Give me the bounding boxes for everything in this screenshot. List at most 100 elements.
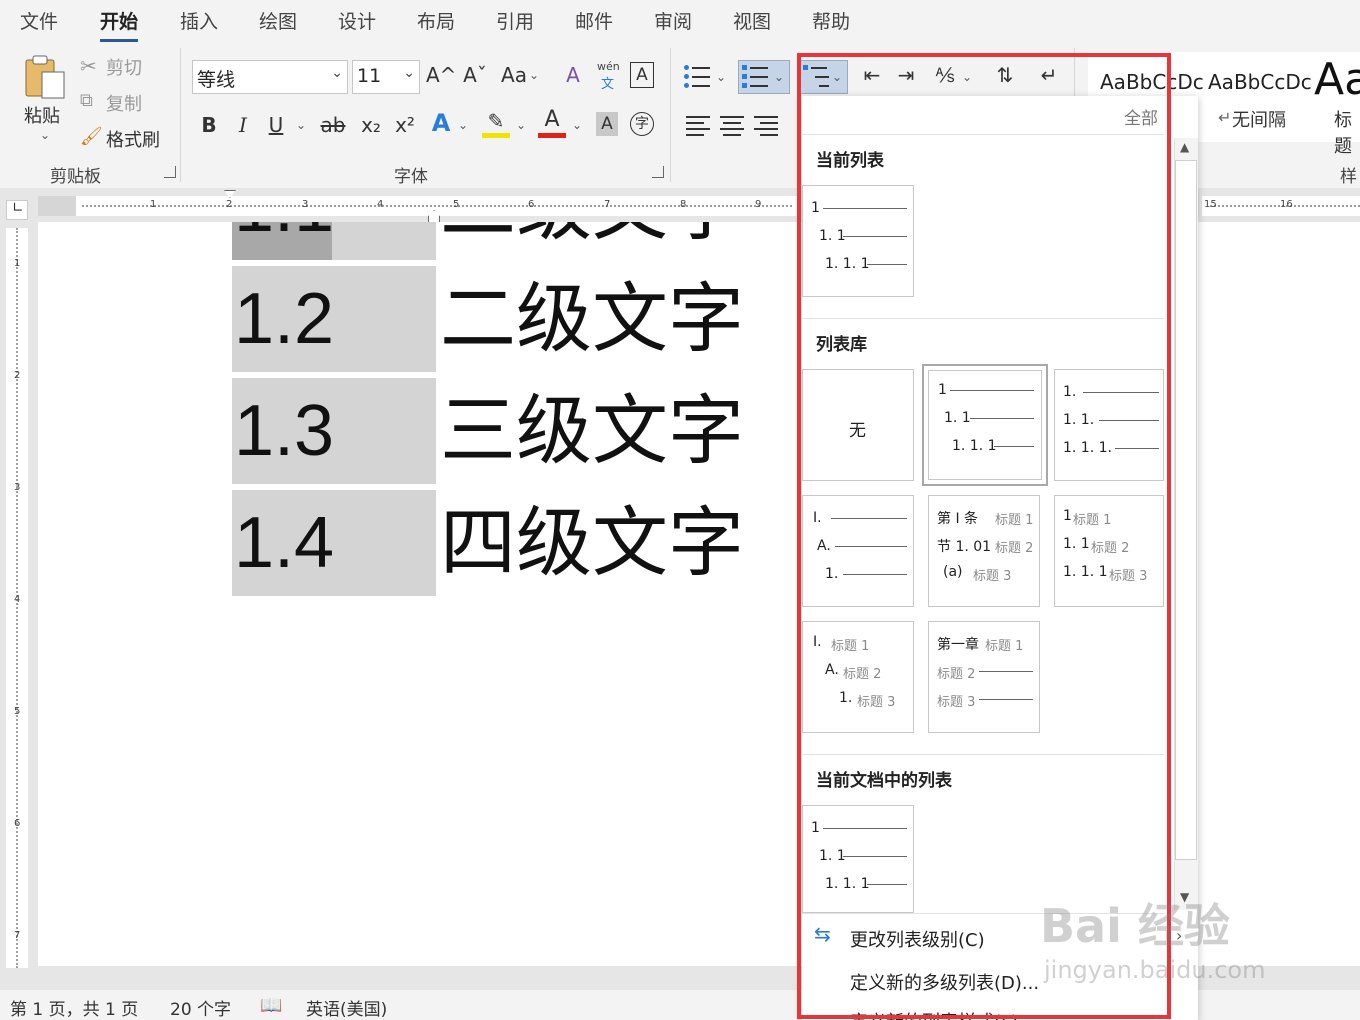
font-name-select[interactable]: 等线 ⌄ [192, 60, 348, 94]
list-tile-roman[interactable]: I. A. 1. [802, 495, 914, 607]
align-right-icon[interactable] [754, 114, 780, 136]
char-shading-button[interactable]: A [596, 112, 618, 136]
font-color-button[interactable]: A [538, 106, 566, 138]
align-center-icon[interactable] [720, 114, 746, 136]
list-number[interactable]: 1.1 [232, 222, 334, 260]
tab-review[interactable]: 审阅 [654, 7, 692, 34]
list-tile-document[interactable]: 1 1. 1 1. 1. 1 [802, 805, 914, 913]
tile-label: 标题 2 [995, 541, 1034, 556]
define-new-multilevel-item[interactable]: 定义新的多级列表(D)... [850, 969, 1039, 995]
font-size-select[interactable]: 11 ⌄ [352, 60, 420, 94]
list-number[interactable]: 1.2 [232, 266, 436, 372]
filter-all[interactable]: 全部 [1124, 104, 1158, 129]
define-list-style-item[interactable]: 定义新的列表样式(L)... [850, 1008, 1035, 1020]
chevron-down-icon[interactable]: ⌄ [514, 110, 528, 140]
enclose-char-button[interactable]: 字 [630, 112, 654, 136]
format-painter-button[interactable]: 格式刷 [106, 126, 160, 152]
tab-stop-icon: ∟ [12, 200, 24, 216]
list-text[interactable]: 二级文字 [440, 222, 744, 260]
change-list-level-item[interactable]: 更改列表级别(C) [850, 926, 985, 952]
scroll-up-icon[interactable]: ▲ [1180, 140, 1189, 154]
list-tile-heading-numeric[interactable]: 1 标题 1 1. 1 标题 2 1. 1. 1 标题 3 [1054, 495, 1164, 607]
chevron-down-icon[interactable]: ⌄ [960, 62, 974, 92]
phonetic-guide-bottom[interactable]: 文 [601, 73, 614, 92]
subscript-button[interactable]: x₂ [358, 110, 384, 140]
style-no-spacing-label: 无间隔 [1232, 110, 1286, 131]
tab-view[interactable]: 视图 [733, 7, 771, 34]
ruler-number: 6 [528, 199, 535, 210]
tile-level-3: 1. [839, 690, 853, 706]
vruler-number: 7 [14, 930, 21, 941]
list-tile-numeric-selected[interactable]: 1 1. 1 1. 1. 1 [922, 364, 1048, 486]
scrollbar-thumb[interactable] [1175, 160, 1197, 860]
list-tile-dotted[interactable]: 1. 1. 1. 1. 1. 1. [1054, 369, 1164, 481]
bold-button[interactable]: B [198, 110, 220, 140]
tab-home[interactable]: 开始 [100, 7, 139, 42]
tab-layout[interactable]: 布局 [417, 7, 455, 34]
tab-draw[interactable]: 绘图 [259, 7, 297, 34]
list-text[interactable]: 四级文字 [440, 490, 744, 596]
clipboard-launcher-icon[interactable] [164, 166, 176, 178]
decrease-indent-icon[interactable]: ⇤ [858, 60, 886, 90]
chevron-down-icon[interactable]: ⌄ [528, 60, 540, 90]
list-tile-current[interactable]: 1 1. 1 1. 1. 1 [802, 185, 914, 297]
chevron-down-icon[interactable]: ⌄ [714, 62, 728, 92]
font-name-value: 等线 [197, 69, 236, 91]
paste-icon[interactable] [22, 54, 68, 102]
page-count[interactable]: 第 1 页，共 1 页 [10, 995, 138, 1020]
align-left-icon[interactable] [686, 114, 712, 136]
list-number[interactable]: 1.4 [232, 490, 436, 596]
cut-button[interactable]: 剪切 [106, 54, 142, 80]
list-tile-roman-heading[interactable]: I. 标题 1 A. 标题 2 1. 标题 3 [802, 621, 914, 733]
divider [802, 318, 1164, 319]
italic-button[interactable]: I [232, 110, 254, 140]
show-marks-icon[interactable]: ↵ [1034, 60, 1064, 90]
style-heading[interactable]: Aa [1314, 54, 1360, 105]
chevron-down-icon[interactable]: ⌄ [294, 110, 308, 140]
style-normal[interactable]: AaBbCcDc [1100, 70, 1204, 94]
strikethrough-button[interactable]: ab [318, 110, 348, 140]
paste-button[interactable]: 粘贴 [24, 102, 60, 128]
paragraph-mark-icon: ↵ [1218, 108, 1232, 127]
clear-format-button[interactable]: A [560, 60, 586, 90]
chinese-layout-icon[interactable]: ⅍ [930, 60, 960, 90]
paste-dropdown-icon[interactable]: ⌄ [40, 128, 50, 142]
chevron-down-icon[interactable]: ⌄ [456, 110, 470, 140]
word-count[interactable]: 20 个字 [170, 995, 231, 1020]
list-number[interactable]: 1.3 [232, 378, 436, 484]
text-effects-button[interactable]: A [428, 108, 454, 138]
tab-insert[interactable]: 插入 [180, 7, 218, 34]
highlight-button[interactable]: ✎ [482, 108, 510, 138]
scissors-icon: ✂ [80, 54, 97, 78]
chevron-down-icon[interactable]: ⌄ [772, 62, 786, 92]
style-no-spacing[interactable]: AaBbCcDc [1208, 70, 1312, 94]
underline-button[interactable]: U [265, 110, 287, 140]
tab-help[interactable]: 帮助 [812, 7, 850, 34]
proofing-icon[interactable]: 📖 [260, 995, 282, 1016]
chevron-down-icon[interactable]: ⌄ [570, 110, 584, 140]
change-case-button[interactable]: Aa [500, 60, 528, 90]
bullets-icon[interactable] [684, 64, 710, 90]
tab-mailings[interactable]: 邮件 [575, 7, 613, 34]
list-tile-none[interactable]: 无 [802, 369, 914, 481]
styles-group-label: 样 [1340, 167, 1357, 187]
font-launcher-icon[interactable] [652, 166, 664, 178]
list-tile-article[interactable]: 第 Ⅰ 条 标题 1 节 1. 01 标题 2 (a) 标题 3 [928, 495, 1040, 607]
section-current-list: 当前列表 [816, 151, 884, 171]
style-heading-label: 标题 [1334, 110, 1352, 157]
copy-button[interactable]: 复制 [106, 90, 142, 116]
list-tile-chapter[interactable]: 第一章 标题 1 标题 2 标题 3 [928, 621, 1040, 733]
language-indicator[interactable]: 英语(美国) [306, 995, 387, 1020]
shrink-font-button[interactable]: Aˇ [462, 60, 488, 90]
superscript-button[interactable]: x² [392, 110, 418, 140]
tab-references[interactable]: 引用 [496, 7, 534, 34]
list-text[interactable]: 二级文字 [440, 266, 744, 372]
tab-file[interactable]: 文件 [20, 7, 58, 34]
grow-font-button[interactable]: A^ [426, 60, 456, 90]
list-text[interactable]: 三级文字 [440, 378, 744, 484]
char-border-button[interactable]: A [630, 62, 654, 88]
sort-icon[interactable]: ⇅ [990, 60, 1020, 90]
increase-indent-icon[interactable]: ⇥ [892, 60, 920, 90]
phonetic-guide-top[interactable]: wén [597, 60, 620, 73]
tab-design[interactable]: 设计 [338, 7, 376, 34]
